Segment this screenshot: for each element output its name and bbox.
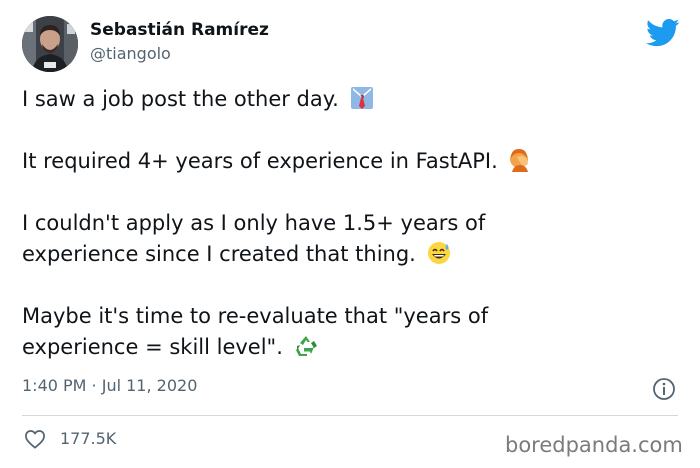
tweet-paragraph: I couldn't apply as I only have 1.5+ yea… [22,208,662,270]
tweet-line: I couldn't apply as I only have 1.5+ yea… [22,211,486,235]
tweet-paragraph: It required 4+ years of experience in Fa… [22,146,662,177]
sweat-smile-emoji [427,241,451,265]
user-handle[interactable]: @tiangolo [90,44,171,63]
tweet-line: Maybe it's time to re-evaluate that "yea… [22,304,489,328]
heart-icon[interactable] [24,429,46,449]
tweet-paragraph: I saw a job post the other day. [22,84,662,115]
avatar[interactable] [22,16,78,72]
tweet-text: I saw a job post the other day. It requi… [22,84,662,363]
tweet-line: experience since I created that thing. [22,242,416,266]
twitter-bird-icon[interactable] [646,18,680,48]
necktie-emoji [350,86,374,110]
facepalm-emoji [508,148,532,172]
like-count[interactable]: 177.5K [60,429,116,448]
watermark: boredpanda.com [505,433,683,457]
recycle-emoji [294,334,318,358]
info-icon[interactable] [652,377,676,401]
tweet-line: I saw a job post the other day. [22,87,339,111]
tweet-line: experience = skill level". [22,335,283,359]
display-name[interactable]: Sebastián Ramírez [90,20,269,40]
tweet-paragraph: Maybe it's time to re-evaluate that "yea… [22,301,662,363]
tweet-timestamp[interactable]: 1:40 PM · Jul 11, 2020 [22,376,197,395]
tweet-line: It required 4+ years of experience in Fa… [22,149,498,173]
divider [22,415,678,416]
